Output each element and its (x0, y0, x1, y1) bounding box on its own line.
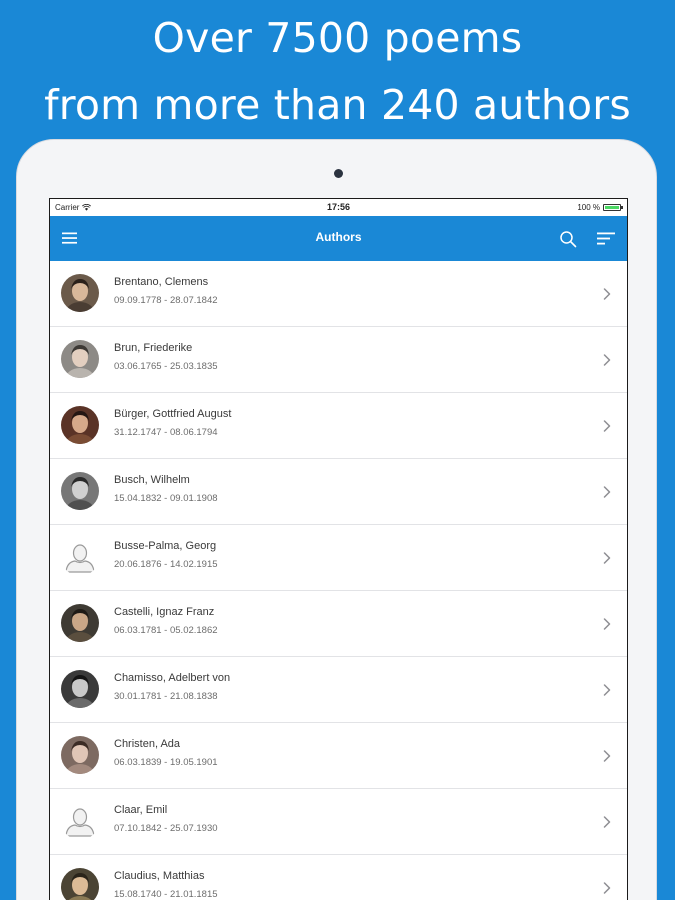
placeholder-person-icon (61, 538, 99, 576)
battery-icon (603, 204, 623, 211)
author-dates: 09.09.1778 - 28.07.1842 (114, 295, 218, 306)
author-row[interactable]: Claar, Emil 07.10.1842 - 25.07.1930 (50, 789, 627, 855)
author-portrait (61, 274, 99, 312)
chevron-right-icon (603, 552, 611, 564)
nav-bar: Authors (50, 216, 627, 261)
author-row[interactable]: Castelli, Ignaz Franz 06.03.1781 - 05.02.… (50, 591, 627, 657)
author-row[interactable]: Christen, Ada 06.03.1839 - 19.05.1901 (50, 723, 627, 789)
author-row[interactable]: Bürger, Gottfried August 31.12.1747 - 08.… (50, 393, 627, 459)
author-row[interactable]: Brentano, Clemens 09.09.1778 - 28.07.1842 (50, 261, 627, 327)
author-name: Brentano, Clemens (114, 276, 209, 288)
promo-headline-line-1: Over 7500 poems (152, 14, 523, 62)
chevron-right-icon (603, 816, 611, 828)
chevron-right-icon (603, 882, 611, 894)
chevron-right-icon (603, 750, 611, 762)
tablet-screen: Carrier 17:56 100 % Authors Brentano, Cl… (49, 198, 628, 900)
chevron-right-icon (603, 618, 611, 630)
author-list: Brentano, Clemens 09.09.1778 - 28.07.1842… (50, 261, 627, 900)
chevron-right-icon (603, 288, 611, 300)
author-dates: 15.04.1832 - 09.01.1908 (114, 493, 218, 504)
author-portrait (61, 868, 99, 900)
author-row[interactable]: Brun, Friederike 03.06.1765 - 25.03.1835 (50, 327, 627, 393)
author-portrait (61, 604, 99, 642)
author-dates: 06.03.1781 - 05.02.1862 (114, 625, 218, 636)
chevron-right-icon (603, 354, 611, 366)
author-name: Bürger, Gottfried August (114, 408, 232, 420)
author-dates: 31.12.1747 - 08.06.1794 (114, 427, 218, 438)
author-portrait (61, 670, 99, 708)
status-bar: Carrier 17:56 100 % (50, 199, 627, 216)
search-icon[interactable] (559, 230, 577, 248)
nav-title: Authors (315, 230, 362, 244)
author-row[interactable]: Chamisso, Adelbert von 30.01.1781 - 21.08… (50, 657, 627, 723)
chevron-right-icon (603, 684, 611, 696)
author-dates: 03.06.1765 - 25.03.1835 (114, 361, 218, 372)
author-name: Chamisso, Adelbert von (114, 672, 231, 684)
author-portrait (61, 736, 99, 774)
app-store-screenshot: Over 7500 poems from more than 240 autho… (0, 0, 675, 900)
status-time: 17:56 (326, 202, 351, 212)
author-dates: 06.03.1839 - 19.05.1901 (114, 757, 218, 768)
author-dates: 07.10.1842 - 25.07.1930 (114, 823, 218, 834)
author-portrait (61, 472, 99, 510)
tablet-camera (334, 169, 343, 178)
author-name: Claudius, Matthias (114, 870, 205, 882)
author-name: Busse-Palma, Georg (114, 540, 217, 552)
author-name: Castelli, Ignaz Franz (114, 606, 215, 618)
placeholder-person-icon (61, 802, 99, 840)
battery-indicator: 100 % (577, 203, 623, 212)
author-row[interactable]: Claudius, Matthias 15.08.1740 - 21.01.181… (50, 855, 627, 900)
chevron-right-icon (603, 420, 611, 432)
author-dates: 15.08.1740 - 21.01.1815 (114, 889, 218, 900)
battery-percent: 100 % (577, 203, 600, 212)
author-name: Brun, Friederike (114, 342, 193, 354)
author-name: Busch, Wilhelm (114, 474, 190, 486)
author-dates: 30.01.1781 - 21.08.1838 (114, 691, 218, 702)
author-row[interactable]: Busse-Palma, Georg 20.06.1876 - 14.02.191… (50, 525, 627, 591)
author-row[interactable]: Busch, Wilhelm 15.04.1832 - 09.01.1908 (50, 459, 627, 525)
sort-icon[interactable] (597, 232, 615, 245)
chevron-right-icon (603, 486, 611, 498)
author-dates: 20.06.1876 - 14.02.1915 (114, 559, 218, 570)
author-portrait (61, 340, 99, 378)
promo-headline-line-2: from more than 240 authors (44, 81, 631, 129)
author-portrait (61, 406, 99, 444)
author-name: Claar, Emil (114, 804, 168, 816)
author-name: Christen, Ada (114, 738, 181, 750)
